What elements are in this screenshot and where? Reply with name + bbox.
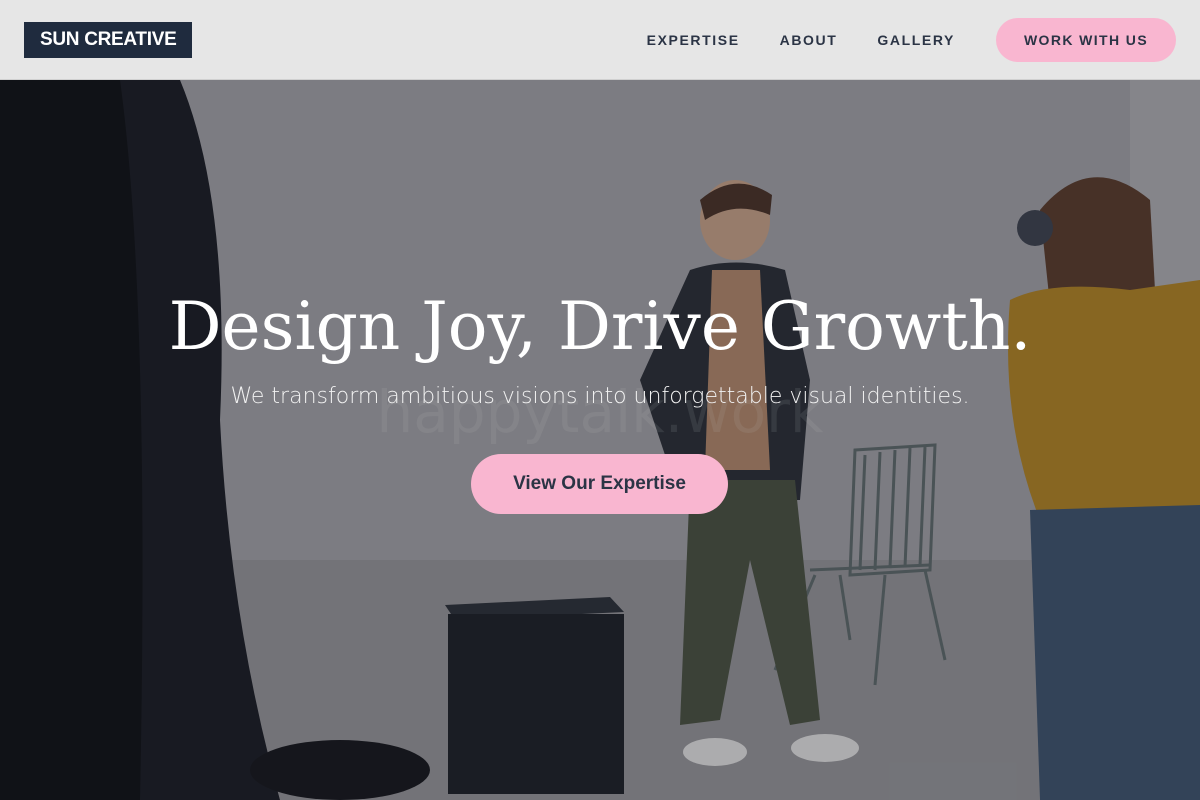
nav-link-about[interactable]: ABOUT [780,32,838,48]
hero-subheadline: We transform ambitious visions into unfo… [230,384,970,409]
nav-link-expertise[interactable]: EXPERTISE [647,32,740,48]
landing-page: happytalk.work SUN CREATIVE EXPERTISE AB… [0,0,1200,800]
brand-logo[interactable]: SUN CREATIVE [24,22,193,58]
work-with-us-button[interactable]: WORK WITH US [996,18,1176,62]
hero-headline: Design Joy, Drive Growth. [168,288,1032,365]
nav-links: EXPERTISE ABOUT GALLERY [607,0,955,80]
nav-link-gallery[interactable]: GALLERY [877,32,955,48]
view-expertise-button[interactable]: View Our Expertise [471,454,728,514]
navbar: SUN CREATIVE EXPERTISE ABOUT GALLERY WOR… [0,0,1200,80]
